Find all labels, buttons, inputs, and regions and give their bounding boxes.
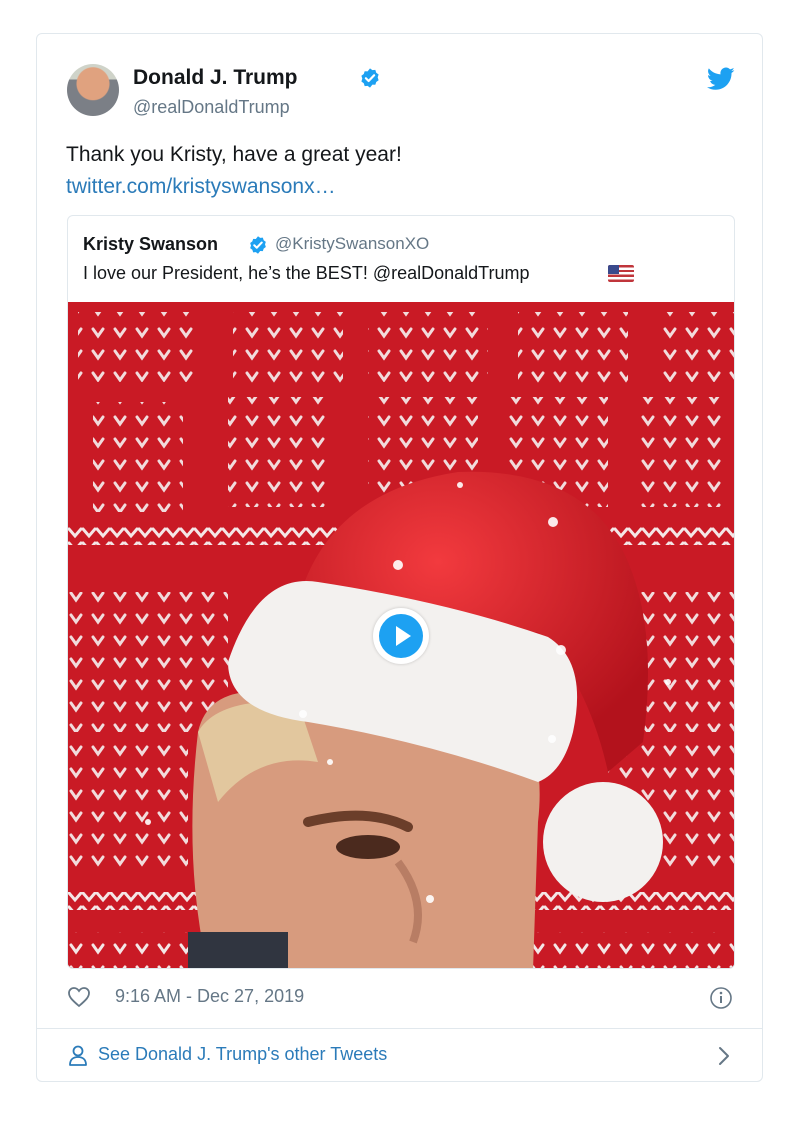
- verified-badge-icon: [248, 235, 268, 260]
- verified-badge-icon: [359, 67, 381, 94]
- tweet-text: Thank you Kristy, have a great year!: [66, 143, 402, 166]
- tweet-meta: 9:16 AM - Dec 27, 2019: [67, 982, 737, 1012]
- avatar[interactable]: [67, 64, 119, 116]
- quoted-author-name[interactable]: Kristy Swanson: [83, 234, 218, 255]
- tweet-link[interactable]: twitter.com/kristyswansonx…: [66, 171, 336, 202]
- quoted-tweet-text: I love our President, he’s the BEST! @re…: [83, 263, 530, 283]
- us-flag-emoji: [608, 265, 634, 282]
- author-handle[interactable]: @realDonaldTrump: [133, 97, 290, 118]
- info-icon[interactable]: [709, 986, 733, 1015]
- quoted-tweet[interactable]: Kristy Swanson @KristySwansonXO I love o…: [67, 215, 735, 969]
- see-other-tweets-link[interactable]: See Donald J. Trump's other Tweets: [37, 1029, 762, 1081]
- play-button[interactable]: [373, 608, 429, 664]
- tweet-header: Donald J. Trump @realDonaldTrump: [67, 64, 737, 124]
- person-icon: [68, 1045, 88, 1072]
- quoted-author-handle[interactable]: @KristySwansonXO: [275, 234, 429, 254]
- quoted-media-gif[interactable]: [68, 302, 734, 968]
- timestamp[interactable]: 9:16 AM - Dec 27, 2019: [115, 986, 304, 1007]
- embedded-tweet-card: Donald J. Trump @realDonaldTrump Thank y…: [36, 33, 763, 1082]
- chevron-right-icon[interactable]: [717, 1045, 731, 1072]
- twitter-bird-icon[interactable]: [706, 67, 735, 96]
- heart-icon[interactable]: [67, 986, 91, 1013]
- author-name[interactable]: Donald J. Trump: [133, 66, 298, 90]
- play-icon: [379, 614, 423, 658]
- see-other-tweets-label[interactable]: See Donald J. Trump's other Tweets: [98, 1044, 387, 1065]
